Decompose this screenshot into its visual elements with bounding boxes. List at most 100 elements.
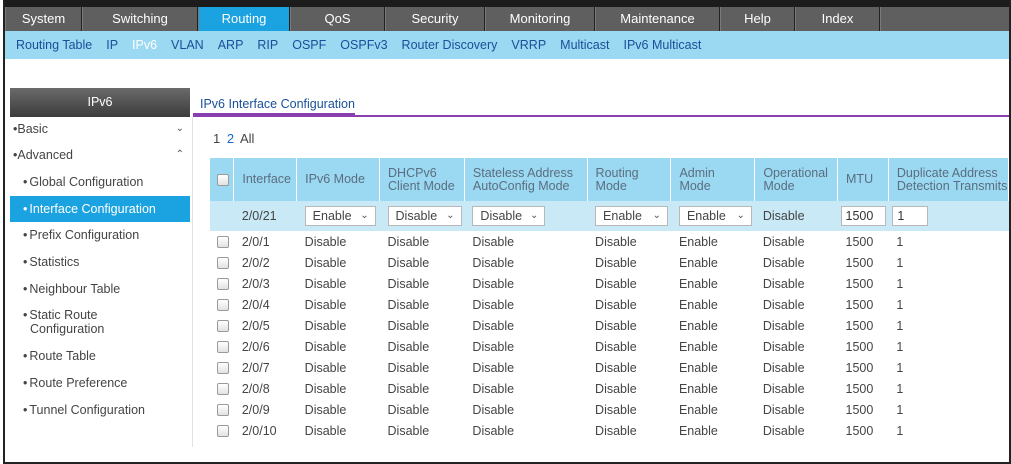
cell-mtu: 1500 <box>845 339 874 354</box>
select-all-checkbox[interactable] <box>217 173 229 186</box>
col-operational-mode[interactable]: Operational Mode <box>754 158 839 201</box>
mtu-input[interactable]: 1500 <box>840 206 886 226</box>
col-stateless-autoconfig[interactable]: Stateless Address AutoConfig Mode <box>464 158 588 201</box>
bullet: • <box>23 228 28 243</box>
sub-nav-rip[interactable]: RIP <box>257 38 278 52</box>
col-ipv6-mode[interactable]: IPv6 Mode <box>296 158 381 201</box>
row-checkbox[interactable] <box>217 341 229 354</box>
dhcpv6-client-mode-select[interactable]: Disable ⌄ <box>387 206 462 226</box>
sidebar-group-advanced[interactable]: •Advanced ⌃ <box>10 143 190 169</box>
row-checkbox[interactable] <box>217 320 229 333</box>
cell-admin-mode: Enable <box>678 318 718 333</box>
col-interface[interactable]: Interface <box>233 158 298 201</box>
col-label: Routing <box>595 165 639 180</box>
sidebar-item-prefix-configuration[interactable]: • Prefix Configuration <box>10 222 190 249</box>
cell-ipv6-mode: Disable <box>304 318 347 333</box>
page-2-link[interactable]: 2 <box>227 131 234 146</box>
top-nav-system[interactable]: System <box>5 7 82 31</box>
row-checkbox[interactable] <box>217 362 229 375</box>
cell-stateless-autoconfig: Disable <box>472 234 515 249</box>
top-nav-switching[interactable]: Switching <box>82 7 198 31</box>
col-dhcpv6-client-mode[interactable]: DHCPv6 Client Mode <box>379 158 465 201</box>
row-checkbox[interactable] <box>217 236 229 249</box>
chevron-down-icon[interactable]: ⌄ <box>176 117 184 141</box>
cell-admin-mode: Enable <box>678 297 718 312</box>
row-checkbox[interactable] <box>217 404 229 417</box>
sidebar-item-label: Static Route <box>29 308 98 323</box>
col-routing-mode[interactable]: Routing Mode <box>587 158 672 201</box>
edit-admin-mode-cell: Enable ⌄ <box>670 201 755 231</box>
sub-nav-multicast[interactable]: Multicast <box>560 38 609 52</box>
select-value: Disable <box>395 209 438 223</box>
sub-nav-arp[interactable]: ARP <box>218 38 244 52</box>
cell-stateless-autoconfig: Disable <box>472 276 515 291</box>
top-nav-security[interactable]: Security <box>385 7 485 31</box>
sidebar-item-neighbour-table[interactable]: • Neighbour Table <box>10 276 190 303</box>
sub-nav-vrrp[interactable]: VRRP <box>511 38 546 52</box>
top-nav-maintenance[interactable]: Maintenance <box>595 7 720 31</box>
ipv6-mode-select[interactable]: Enable ⌄ <box>304 206 376 226</box>
sub-nav-routing-table[interactable]: Routing Table <box>16 38 92 52</box>
cell-interface: 2/0/7 <box>241 360 270 375</box>
row-checkbox[interactable] <box>217 299 229 312</box>
row-checkbox[interactable] <box>217 278 229 291</box>
cell-dhcpv6-client-mode: Disable <box>387 423 430 438</box>
sub-nav-ipv6[interactable]: IPv6 <box>132 38 157 52</box>
cell-interface: 2/0/6 <box>241 339 270 354</box>
col-label-line2: Mode <box>679 178 711 193</box>
page-1-link[interactable]: 1 <box>213 131 220 146</box>
cell-admin-mode: Enable <box>678 360 718 375</box>
sub-nav: Routing Table IP IPv6 VLAN ARP RIP OSPF … <box>5 31 1009 59</box>
sidebar-item-tunnel-configuration[interactable]: • Tunnel Configuration <box>10 397 190 424</box>
bullet: • <box>23 402 28 417</box>
sidebar-group-basic[interactable]: •Basic ⌄ <box>10 117 190 143</box>
sub-nav-ospfv3[interactable]: OSPFv3 <box>340 38 387 52</box>
dad-transmits-input[interactable]: 1 <box>892 206 929 226</box>
stateless-autoconfig-select[interactable]: Disable ⌄ <box>472 206 546 226</box>
cell-dhcpv6-client-mode: Disable <box>387 360 430 375</box>
top-nav-index[interactable]: Index <box>795 7 880 31</box>
cell-ipv6-mode: Disable <box>304 297 347 312</box>
cell-operational-mode: Disable <box>762 297 805 312</box>
sidebar-item-route-table[interactable]: • Route Table <box>10 343 190 370</box>
bullet: • <box>23 255 28 270</box>
row-checkbox[interactable] <box>217 257 229 270</box>
top-nav-qos[interactable]: QoS <box>290 7 385 31</box>
sub-nav-ospf[interactable]: OSPF <box>292 38 326 52</box>
cell-interface: 2/0/1 <box>241 234 270 249</box>
sidebar-item-interface-configuration[interactable]: • Interface Configuration <box>10 195 190 223</box>
row-check-cell <box>210 273 234 294</box>
top-nav-monitoring[interactable]: Monitoring <box>485 7 595 31</box>
table-row: 2/0/4 Disable Disable Disable Disable Enable D… <box>210 294 1009 315</box>
sidebar-item-global-configuration[interactable]: • Global Configuration <box>10 169 190 196</box>
cell-dhcpv6-client-mode: Disable <box>387 339 430 354</box>
col-admin-mode[interactable]: Admin Mode <box>670 158 756 201</box>
col-label-line2: Mode <box>763 178 795 193</box>
chevron-up-icon[interactable]: ⌃ <box>176 143 184 167</box>
sub-nav-vlan[interactable]: VLAN <box>171 38 204 52</box>
cell-dad-transmits: 1 <box>896 255 904 270</box>
edit-dhcpv6-cell: Disable ⌄ <box>379 201 465 231</box>
cell-ipv6-mode: Disable <box>304 381 347 396</box>
top-nav-routing[interactable]: Routing <box>198 7 290 31</box>
sub-nav-ipv6-multicast[interactable]: IPv6 Multicast <box>623 38 701 52</box>
sub-nav-router-discovery[interactable]: Router Discovery <box>402 38 498 52</box>
edit-ipv6-mode-cell: Enable ⌄ <box>296 201 380 231</box>
cell-operational-mode: Disable <box>762 423 805 438</box>
sub-nav-ip[interactable]: IP <box>106 38 118 52</box>
col-dad-transmits[interactable]: Duplicate Address Detection Transmits <box>888 158 1009 201</box>
col-label-line2: Mode <box>595 178 627 193</box>
sidebar-item-route-preference[interactable]: • Route Preference <box>10 370 190 397</box>
top-nav-filler <box>880 7 1009 31</box>
table-row: 2/0/6 Disable Disable Disable Disable Enable D… <box>210 336 1009 357</box>
page-all-link[interactable]: All <box>240 131 254 146</box>
col-mtu[interactable]: MTU <box>837 158 889 201</box>
routing-mode-select[interactable]: Enable ⌄ <box>595 206 669 226</box>
cell-ipv6-mode: Disable <box>304 255 347 270</box>
row-checkbox[interactable] <box>217 383 229 396</box>
sidebar-item-static-route-configuration[interactable]: • Static Route Configuration <box>10 302 190 343</box>
row-checkbox[interactable] <box>217 425 229 438</box>
sidebar-item-statistics[interactable]: • Statistics <box>10 249 190 276</box>
top-nav-help[interactable]: Help <box>720 7 795 31</box>
admin-mode-select[interactable]: Enable ⌄ <box>678 206 752 226</box>
